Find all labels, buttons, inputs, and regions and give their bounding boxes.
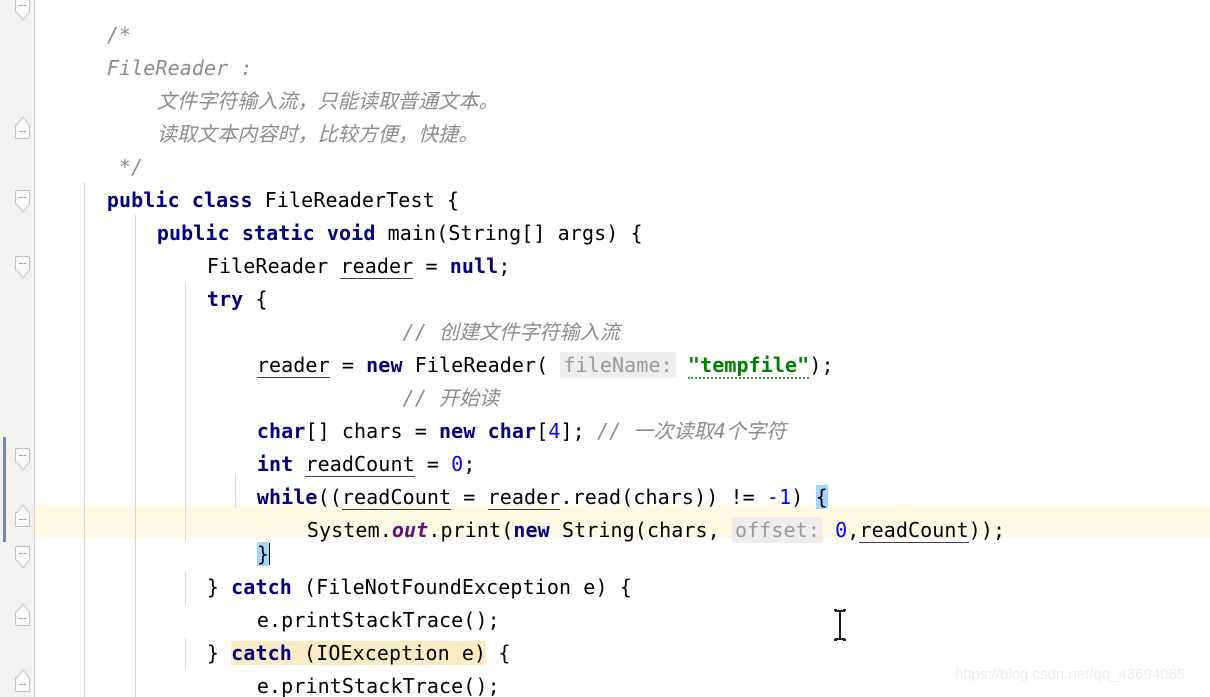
variable-reader: reader (256, 353, 330, 378)
fold-marker-while-block[interactable] (15, 512, 30, 527)
variable-chars: chars (646, 518, 708, 542)
fold-marker-comment-block[interactable] (15, 0, 30, 13)
exception-filenotfound: FileNotFoundException (316, 575, 572, 599)
variable-e: e (583, 575, 596, 599)
comment-create-stream: // 创建文件字符输入流 (256, 320, 620, 344)
mouse-text-cursor-icon (834, 609, 846, 641)
variable-reader: reader (340, 254, 414, 279)
brace-match-close: } (256, 542, 270, 566)
search-highlight-catch-io: catch (IOException e) (231, 641, 487, 665)
method-name-main: main (387, 221, 437, 245)
keyword-new: new (366, 353, 403, 377)
variable-readcount: readCount (859, 518, 969, 543)
number-4: 4 (548, 419, 561, 443)
keyword-public: public (106, 188, 180, 212)
keyword-int: int (256, 452, 294, 476)
keyword-static: static (241, 221, 315, 245)
variable-reader: reader (487, 485, 561, 510)
param-hint-filename[interactable]: fileName: (560, 352, 676, 378)
variable-readcount: readCount (305, 452, 415, 477)
editor-gutter[interactable] (0, 0, 34, 697)
keyword-void: void (326, 221, 376, 245)
fold-marker-comment-end[interactable] (15, 124, 30, 139)
field-out: out (391, 518, 429, 542)
comment-title: FileReader : (106, 56, 253, 80)
method-read: read (572, 485, 622, 509)
method-printstacktrace: printStackTrace (281, 674, 464, 697)
variable-readcount: readCount (341, 485, 452, 510)
keyword-new: new (513, 518, 550, 542)
keyword-try: try (206, 287, 244, 311)
comment-line-cn-1: 文件字符输入流，只能读取普通文本。 (156, 89, 499, 113)
type-filereader: FileReader (206, 254, 329, 278)
variable-e: e (256, 608, 270, 632)
code-line[interactable]: } catch (FileNotFoundException e) { (34, 538, 1210, 599)
fold-marker-try-block[interactable] (15, 448, 30, 463)
number-0: 0 (835, 518, 848, 542)
keyword-null: null (449, 254, 499, 278)
type-filereader: FileReader (414, 353, 537, 377)
code-line[interactable]: reader = new FileReader( fileName: "temp… (34, 316, 1210, 379)
variable-chars: chars (633, 485, 695, 509)
number-0: 0 (451, 452, 464, 476)
variable-chars: chars (341, 419, 403, 443)
fold-marker-catch-fnf[interactable] (15, 611, 30, 626)
class-name: FileReaderTest (264, 188, 435, 212)
fold-marker-while-end[interactable] (15, 546, 30, 561)
comment-line-cn-2: 读取文本内容时，比较方便，快捷。 (156, 122, 479, 146)
site-watermark: https://blog.csdn.net/qq_43694085 (955, 666, 1186, 683)
keyword-class: class (191, 188, 253, 212)
comment-start-reading: // 开始读 (256, 386, 500, 410)
keyword-catch: catch (231, 641, 292, 665)
comment-read-4-chars: // 一次读取4个字符 (596, 419, 787, 443)
keyword-public: public (156, 221, 230, 245)
number-minus-1: -1 (766, 485, 792, 509)
brace-match-open: { (815, 485, 828, 509)
fold-marker-catch-io[interactable] (15, 677, 30, 692)
type-string: String (561, 518, 635, 542)
keyword-catch: catch (231, 575, 292, 599)
method-print: print (440, 518, 502, 542)
comment-open: /* (106, 23, 132, 47)
code-line[interactable]: public class FileReaderTest { (34, 151, 1210, 212)
comment-close: */ (118, 155, 144, 179)
method-printstacktrace: printStackTrace (281, 608, 464, 632)
keyword-new: new (439, 419, 476, 443)
fold-marker-class-body[interactable] (15, 190, 30, 205)
class-system: System (306, 518, 380, 542)
code-line[interactable]: } catch (IOException e) { (34, 604, 1210, 665)
keyword-char: char (256, 419, 306, 443)
fold-marker-main-method[interactable] (15, 256, 30, 271)
code-line[interactable]: char[] chars = new char[4]; // 一次读取4个字符 (34, 382, 1210, 443)
code-line[interactable]: FileReader : (34, 19, 1210, 80)
exception-ioexception: IOException (316, 641, 450, 665)
string-literal-tempfile: "tempfile" (687, 353, 810, 379)
type-string: String (448, 221, 522, 245)
code-line[interactable]: /* (34, 0, 1210, 47)
keyword-char: char (487, 419, 537, 443)
code-line[interactable]: while((readCount = reader.read(chars)) !… (34, 448, 1210, 510)
variable-e: e (256, 674, 270, 697)
param-hint-offset[interactable]: offset: (731, 517, 823, 543)
code-editor[interactable]: /* FileReader : 文件字符输入流，只能读取普通文本。 读取文本内容… (0, 0, 1210, 697)
param-args: args (557, 221, 607, 245)
code-content[interactable]: /* FileReader : 文件字符输入流，只能读取普通文本。 读取文本内容… (34, 0, 1210, 697)
variable-e: e (461, 641, 475, 665)
keyword-while: while (256, 485, 318, 509)
vcs-change-marker[interactable] (3, 437, 6, 542)
